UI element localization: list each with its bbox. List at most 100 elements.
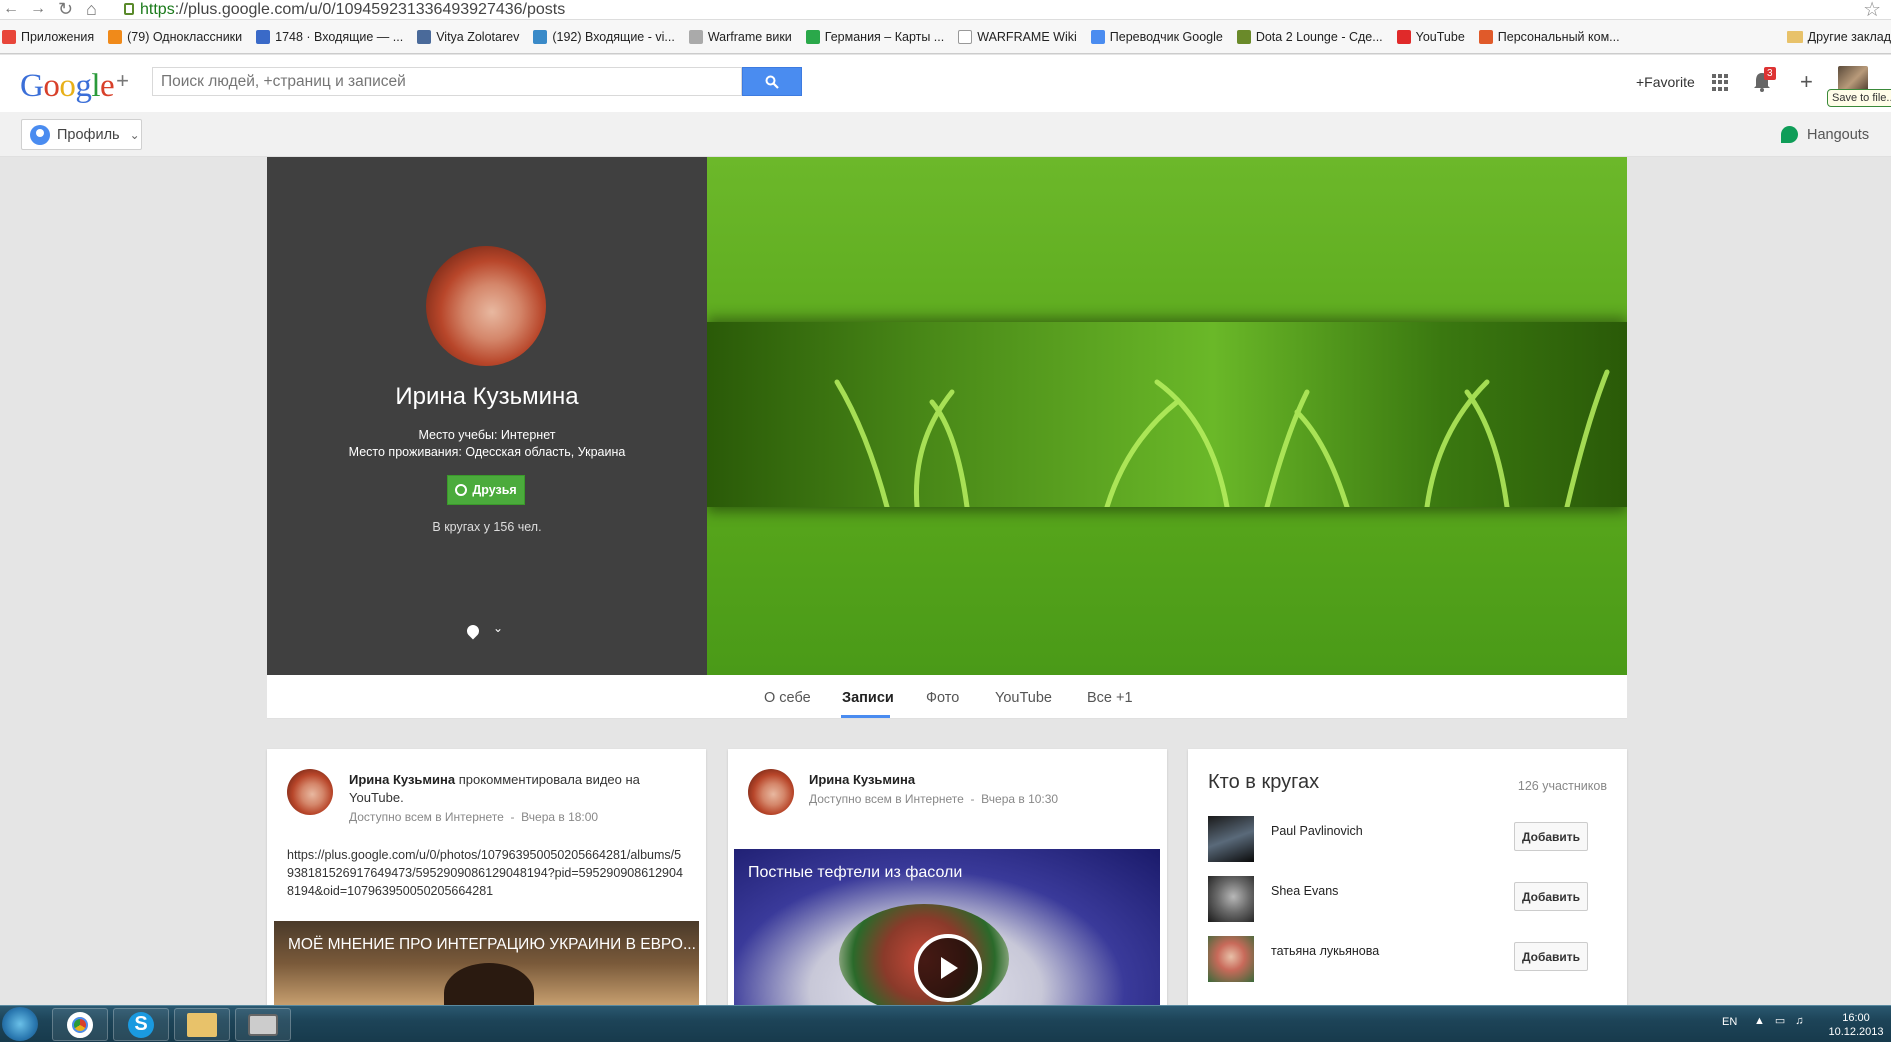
residence-line: Место проживания: Одесская область, Укра… <box>348 445 626 459</box>
bookmark-item[interactable]: YouTube <box>1396 29 1465 44</box>
person-avatar[interactable] <box>1208 876 1254 922</box>
browser-address-bar: ← → ↻ ⌂ https://plus.google.com/u/0/1094… <box>0 0 1891 20</box>
author-name[interactable]: Ирина Кузьмина <box>349 772 455 787</box>
profile-menu-button[interactable]: Профиль ⌄ <box>21 119 142 150</box>
circles-count: В кругах у 156 чел. <box>432 520 542 534</box>
add-button[interactable]: Добавить <box>1514 882 1588 911</box>
bookmark-item[interactable]: (79) Одноклассники <box>108 29 242 44</box>
bookmark-item[interactable]: WARFRAME Wiki <box>958 29 1077 44</box>
person-avatar[interactable] <box>1208 936 1254 982</box>
friends-circle-button[interactable]: Друзья <box>447 475 525 505</box>
video-person-silhouette <box>444 963 534 1006</box>
gplus-header: Google+ +Favorite 3 + <box>0 55 1891 112</box>
bookmark-item[interactable]: Dota 2 Lounge - Сде... <box>1236 29 1383 44</box>
bookmark-item[interactable]: Переводчик Google <box>1090 29 1223 44</box>
active-tab-indicator <box>841 715 890 718</box>
back-icon[interactable]: ← <box>3 1 19 17</box>
google-plus-logo[interactable]: Google+ <box>20 63 129 104</box>
system-tray-icons[interactable]: ▲▭♫ <box>1754 1014 1814 1027</box>
bookmark-item[interactable]: Vitya Zolotarev <box>417 29 519 44</box>
author-avatar[interactable] <box>748 769 794 815</box>
bookmark-item[interactable]: 1748 · Входящие — ... <box>256 29 403 44</box>
explorer-taskbar-button[interactable] <box>174 1008 230 1041</box>
chrome-taskbar-button[interactable] <box>52 1008 108 1041</box>
bookmark-favicon-icon <box>256 29 271 44</box>
profile-avatar[interactable] <box>426 246 546 366</box>
tab-about[interactable]: О себе <box>764 690 811 706</box>
bookmark-item[interactable]: Персональный ком... <box>1478 29 1620 44</box>
other-bookmarks[interactable]: Другие заклад <box>1786 30 1891 44</box>
post-card: Ирина Кузьмина прокомментировала видео н… <box>267 749 706 1006</box>
search-button[interactable] <box>742 67 802 96</box>
bookmark-favicon-icon <box>1090 29 1105 44</box>
chevron-down-icon[interactable]: ⌄ <box>493 621 503 635</box>
bookmark-favicon-icon <box>1396 29 1411 44</box>
widget-title: Кто в кругах <box>1208 771 1320 793</box>
person-name[interactable]: Shea Evans <box>1271 884 1338 898</box>
profile-name: Ирина Кузьмина <box>395 383 579 410</box>
member-count[interactable]: 126 участников <box>1518 779 1607 793</box>
video-title: Постные тефтели из фасоли <box>748 864 963 881</box>
tab-photos[interactable]: Фото <box>926 690 959 706</box>
bookmark-star-icon[interactable]: ☆ <box>1863 0 1881 20</box>
reload-icon[interactable]: ↻ <box>58 0 73 18</box>
bookmark-item[interactable]: Приложения <box>2 29 94 44</box>
person-name[interactable]: Paul Pavlinovich <box>1271 824 1363 838</box>
home-icon[interactable]: ⌂ <box>86 0 97 18</box>
add-button[interactable]: Добавить <box>1514 942 1588 971</box>
notification-count-badge: 3 <box>1764 67 1776 80</box>
list-item: татьяна лукьянова Добавить <box>1208 936 1608 982</box>
language-indicator[interactable]: EN <box>1722 1016 1737 1028</box>
bookmark-favicon-icon <box>1236 29 1251 44</box>
logo-letter: l <box>91 68 101 104</box>
person-name[interactable]: татьяна лукьянова <box>1271 944 1379 958</box>
bookmark-item[interactable]: Германия – Карты ... <box>805 29 944 44</box>
add-button[interactable]: Добавить <box>1514 822 1588 851</box>
video-thumbnail[interactable]: Постные тефтели из фасоли <box>734 849 1160 1006</box>
play-icon[interactable] <box>914 934 982 1002</box>
search-icon <box>765 75 779 89</box>
start-button[interactable] <box>2 1007 38 1041</box>
hangouts-icon <box>1781 126 1798 143</box>
tab-posts[interactable]: Записи <box>842 690 894 706</box>
bookmark-item[interactable]: (192) Входящие - vi... <box>533 29 675 44</box>
bookmark-favicon-icon <box>417 29 432 44</box>
author-name[interactable]: Ирина Кузьмина <box>809 772 915 787</box>
search-input[interactable] <box>152 67 742 96</box>
education-line: Место учебы: Интернет <box>418 428 556 442</box>
profile-tabs: О себе Записи Фото YouTube Все +1 <box>267 675 1627 719</box>
save-to-file-tooltip: Save to file... <box>1827 89 1891 107</box>
logo-letter: g <box>75 68 92 104</box>
post-text-link[interactable]: https://plus.google.com/u/0/photos/10796… <box>287 846 687 900</box>
who-in-circles-widget: Кто в кругах 126 участников Paul Pavlino… <box>1188 749 1627 1006</box>
grass-blades <box>834 369 1610 510</box>
logo-letter: o <box>59 68 76 104</box>
tab-plus-ones[interactable]: Все +1 <box>1087 690 1133 706</box>
clock[interactable]: 16:00 10.12.2013 <box>1821 1011 1891 1039</box>
skype-taskbar-button[interactable]: S <box>113 1008 169 1041</box>
camera-taskbar-button[interactable] <box>235 1008 291 1041</box>
profile-icon <box>30 124 50 145</box>
tab-youtube[interactable]: YouTube <box>995 690 1052 706</box>
bookmark-favicon-icon <box>533 29 548 44</box>
windows-taskbar: S EN ▲▭♫ 16:00 10.12.2013 <box>0 1005 1891 1042</box>
person-avatar[interactable] <box>1208 816 1254 862</box>
chevron-down-icon: ⌄ <box>129 127 140 142</box>
share-plus-icon[interactable]: + <box>1800 67 1813 97</box>
apps-grid-icon[interactable] <box>1712 74 1729 91</box>
bookmark-item[interactable]: Warframe вики <box>688 29 792 44</box>
folder-icon <box>1786 31 1803 43</box>
bookmarks-bar: Приложения (79) Одноклассники 1748 · Входя… <box>0 20 1891 54</box>
location-pin-icon[interactable] <box>464 622 482 640</box>
url-field[interactable]: https://plus.google.com/u/0/109459231336… <box>140 0 565 19</box>
post-header: Ирина Кузьмина прокомментировала видео н… <box>349 771 689 807</box>
forward-icon[interactable]: → <box>30 1 46 17</box>
chrome-icon <box>67 1011 93 1038</box>
skype-icon: S <box>128 1011 154 1038</box>
favorite-link[interactable]: +Favorite <box>1636 74 1695 90</box>
sub-navigation-bar: Профиль ⌄ Hangouts <box>0 112 1891 157</box>
lock-icon <box>124 3 134 15</box>
video-thumbnail[interactable]: МОЁ МНЕНИЕ ПРО ИНТЕГРАЦИЮ УКРАИНИ В ЕВРО… <box>274 921 699 1006</box>
hangouts-button[interactable]: Hangouts <box>1781 126 1869 143</box>
author-avatar[interactable] <box>287 769 333 815</box>
